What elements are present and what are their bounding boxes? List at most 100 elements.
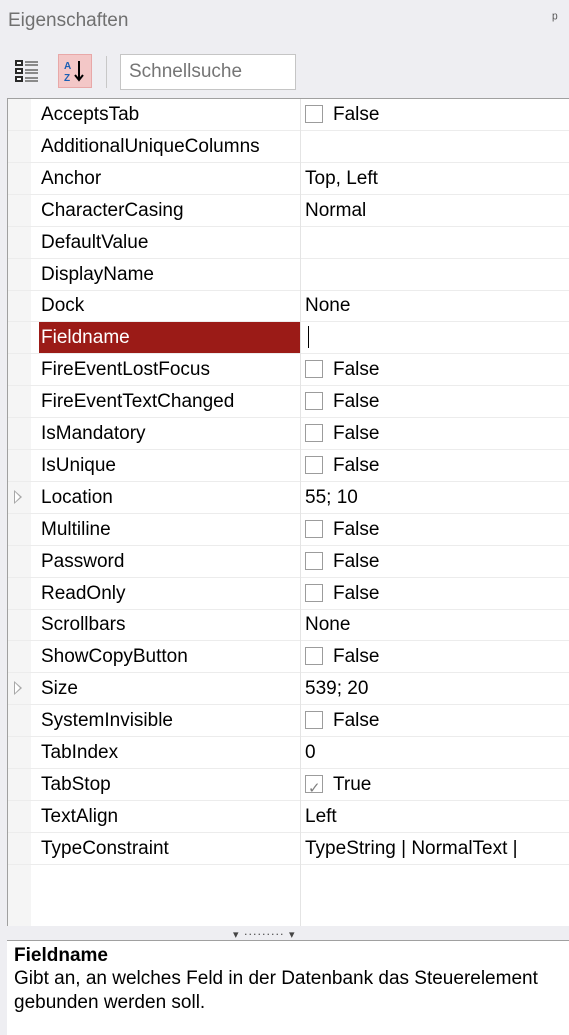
property-value[interactable]: 55; 10: [305, 482, 569, 513]
property-value[interactable]: False: [305, 514, 569, 545]
bool-checkbox[interactable]: [305, 456, 323, 474]
property-row[interactable]: SystemInvisible False: [8, 705, 569, 737]
property-value[interactable]: False: [305, 99, 569, 130]
property-value[interactable]: False: [305, 418, 569, 449]
property-name[interactable]: AdditionalUniqueColumns: [41, 131, 301, 162]
bool-checkbox[interactable]: [305, 360, 323, 378]
bool-checkbox[interactable]: [305, 584, 323, 602]
property-value[interactable]: 539; 20: [305, 673, 569, 704]
property-name[interactable]: Scrollbars: [41, 609, 301, 640]
bool-checkbox[interactable]: [305, 647, 323, 665]
property-value[interactable]: True: [305, 769, 569, 800]
property-name[interactable]: Password: [41, 546, 301, 577]
expand-arrow-icon[interactable]: [14, 490, 22, 504]
property-row[interactable]: Dock None: [8, 290, 569, 322]
property-name[interactable]: Dock: [41, 290, 301, 321]
help-title: Fieldname: [14, 945, 108, 966]
property-value[interactable]: None: [305, 609, 569, 640]
quick-search-input[interactable]: [120, 54, 296, 90]
property-row[interactable]: AdditionalUniqueColumns: [8, 131, 569, 163]
property-row[interactable]: TabIndex 0: [8, 737, 569, 769]
property-value[interactable]: Top, Left: [305, 163, 569, 194]
property-name[interactable]: IsMandatory: [41, 418, 301, 449]
property-row[interactable]: Multiline False: [8, 514, 569, 546]
property-value[interactable]: False: [305, 641, 569, 672]
property-name[interactable]: Anchor: [41, 163, 301, 194]
property-value[interactable]: False: [305, 354, 569, 385]
property-name[interactable]: FireEventTextChanged: [41, 386, 301, 417]
property-row[interactable]: DefaultValue: [8, 227, 569, 259]
expand-arrow-icon[interactable]: [14, 681, 22, 695]
column-divider[interactable]: [300, 99, 301, 926]
property-row[interactable]: Location 55; 10: [8, 482, 569, 514]
property-name[interactable]: TabStop: [41, 769, 301, 800]
property-row[interactable]: TabStop True: [8, 769, 569, 801]
property-value-text: False: [333, 710, 380, 731]
property-name[interactable]: TextAlign: [41, 801, 301, 832]
property-row[interactable]: DisplayName: [8, 259, 569, 291]
bool-checkbox[interactable]: [305, 711, 323, 729]
property-value[interactable]: [305, 259, 569, 290]
property-name[interactable]: DisplayName: [41, 259, 301, 290]
property-name[interactable]: Location: [41, 482, 301, 513]
bool-checkbox[interactable]: [305, 392, 323, 410]
property-name[interactable]: Size: [41, 673, 301, 704]
sort-az-icon: A Z: [64, 61, 84, 84]
help-description: Gibt an, an welches Feld in der Datenban…: [14, 968, 538, 1013]
panel-titlebar: Eigenschaften ᵖ: [0, 0, 569, 42]
help-panel: Fieldname Gibt an, an welches Feld in de…: [7, 940, 569, 1035]
property-name[interactable]: FireEventLostFocus: [41, 354, 301, 385]
property-row[interactable]: ShowCopyButton False: [8, 641, 569, 673]
bool-checkbox[interactable]: [305, 552, 323, 570]
property-name[interactable]: AcceptsTab: [41, 99, 301, 130]
property-row[interactable]: Fieldname: [8, 322, 569, 354]
help-splitter[interactable]: ▾ ········· ▾: [7, 926, 569, 941]
property-value[interactable]: [305, 322, 569, 353]
property-value[interactable]: Normal: [305, 195, 569, 226]
property-row[interactable]: AcceptsTab False: [8, 99, 569, 131]
property-name[interactable]: Fieldname: [39, 322, 300, 353]
property-row[interactable]: Anchor Top, Left: [8, 163, 569, 195]
property-value[interactable]: False: [305, 450, 569, 481]
property-value[interactable]: False: [305, 578, 569, 609]
property-value[interactable]: None: [305, 290, 569, 321]
property-name[interactable]: CharacterCasing: [41, 195, 301, 226]
property-value[interactable]: False: [305, 546, 569, 577]
property-value[interactable]: [305, 227, 569, 258]
bool-checkbox[interactable]: [305, 424, 323, 442]
property-row[interactable]: ReadOnly False: [8, 578, 569, 610]
bool-checkbox[interactable]: [305, 520, 323, 538]
categorized-view-button[interactable]: [10, 54, 44, 88]
property-row[interactable]: Size 539; 20: [8, 673, 569, 705]
property-row[interactable]: TypeConstraint TypeString | NormalText |: [8, 833, 569, 865]
property-name[interactable]: Multiline: [41, 514, 301, 545]
property-name[interactable]: DefaultValue: [41, 227, 301, 258]
property-row[interactable]: IsUnique False: [8, 450, 569, 482]
property-row[interactable]: Password False: [8, 546, 569, 578]
property-name[interactable]: IsUnique: [41, 450, 301, 481]
property-name[interactable]: ShowCopyButton: [41, 641, 301, 672]
property-value[interactable]: TypeString | NormalText |: [305, 833, 569, 864]
property-value-text: False: [333, 583, 380, 604]
text-caret: [308, 326, 309, 348]
property-row[interactable]: CharacterCasing Normal: [8, 195, 569, 227]
property-name[interactable]: ReadOnly: [41, 578, 301, 609]
property-row[interactable]: IsMandatory False: [8, 418, 569, 450]
property-name[interactable]: SystemInvisible: [41, 705, 301, 736]
property-row[interactable]: FireEventLostFocus False: [8, 354, 569, 386]
property-value-text: None: [305, 614, 351, 635]
property-name[interactable]: TabIndex: [41, 737, 301, 768]
property-row[interactable]: Scrollbars None: [8, 609, 569, 641]
property-value[interactable]: False: [305, 705, 569, 736]
property-value[interactable]: False: [305, 386, 569, 417]
bool-checkbox[interactable]: [305, 105, 323, 123]
bool-checkbox[interactable]: [305, 773, 323, 800]
property-row[interactable]: FireEventTextChanged False: [8, 386, 569, 418]
property-name[interactable]: TypeConstraint: [41, 833, 301, 864]
property-value[interactable]: Left: [305, 801, 569, 832]
property-value[interactable]: [305, 131, 569, 162]
property-value[interactable]: 0: [305, 737, 569, 768]
alphabetical-sort-button[interactable]: A Z: [58, 54, 92, 88]
property-row[interactable]: TextAlign Left: [8, 801, 569, 833]
pin-icon[interactable]: ᵖ: [552, 10, 558, 27]
